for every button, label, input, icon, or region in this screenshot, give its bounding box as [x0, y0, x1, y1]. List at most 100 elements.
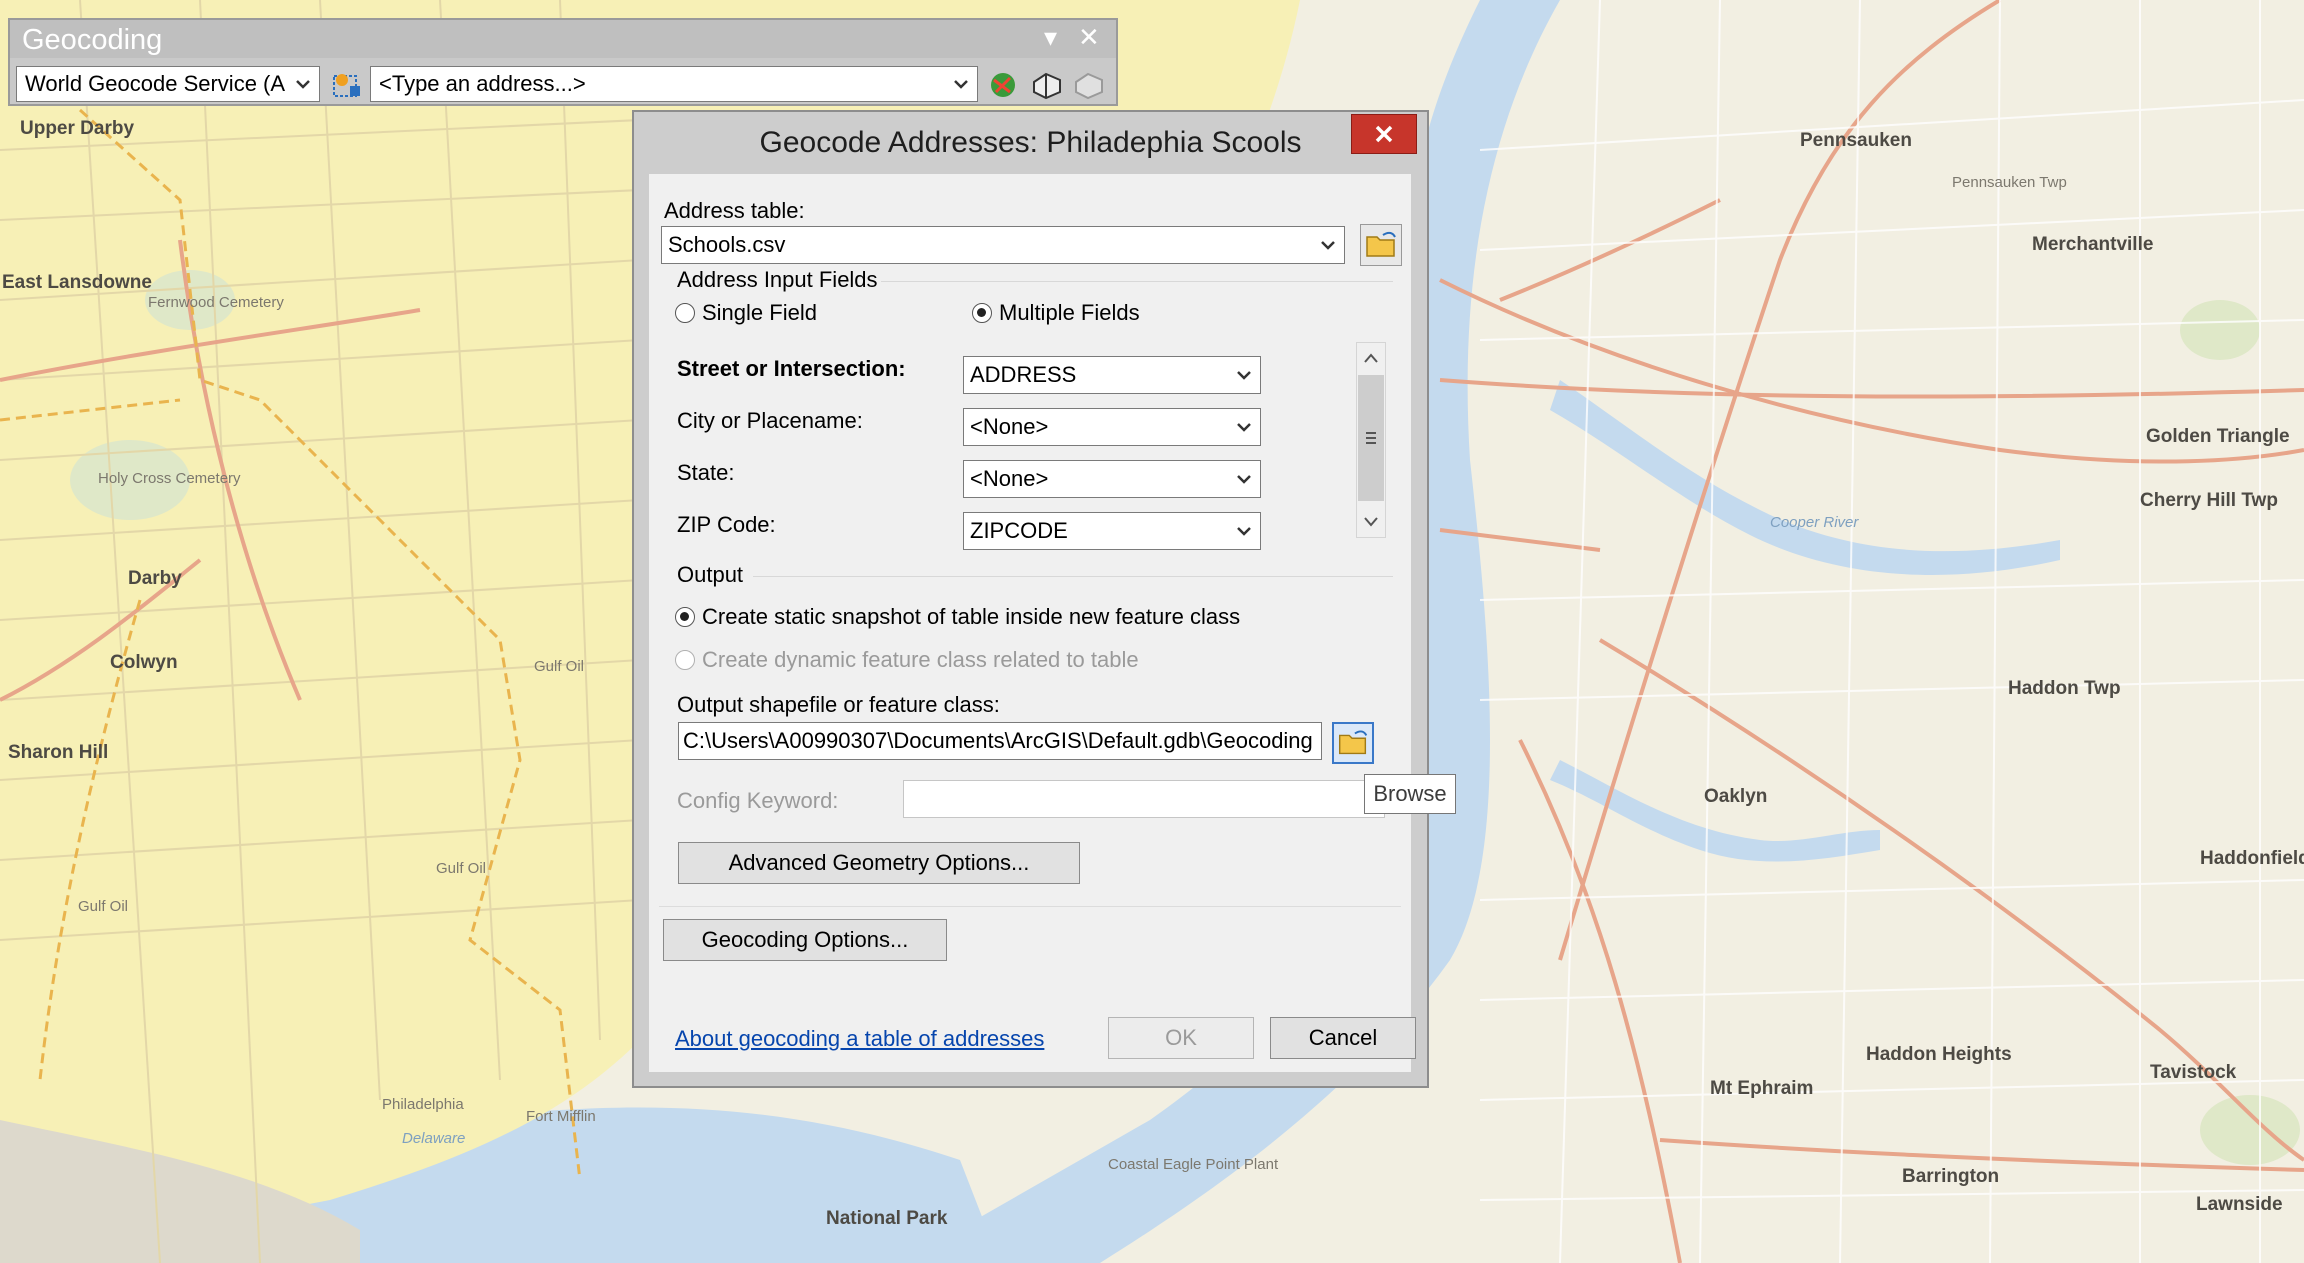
geocode-service-select[interactable]: World Geocode Service (A — [16, 66, 320, 102]
address-placeholder: <Type an address...> — [379, 71, 586, 96]
map-place-label: Tavistock — [2150, 1062, 2237, 1083]
toolbar-titlebar[interactable]: Geocoding ▾ ✕ — [10, 20, 1116, 58]
static-snapshot-label[interactable]: Create static snapshot of table inside n… — [702, 604, 1240, 630]
dynamic-feature-radio — [675, 650, 695, 670]
map-place-label: Holy Cross Cemetery — [98, 470, 241, 487]
about-geocoding-link[interactable]: About geocoding a table of addresses — [675, 1026, 1044, 1052]
browse-output-button[interactable] — [1332, 722, 1374, 764]
folder-open-icon — [1338, 730, 1368, 755]
map-place-label: Golden Triangle — [2146, 426, 2290, 447]
scroll-down-icon[interactable] — [1357, 507, 1385, 537]
multiple-fields-radio[interactable] — [972, 303, 992, 323]
map-place-label: Barrington — [1902, 1166, 2000, 1187]
dialog-body: Address table: Schools.csv Address Input… — [649, 174, 1416, 1072]
address-search-input[interactable]: <Type an address...> — [370, 66, 978, 102]
map-place-label: Cooper River — [1770, 514, 1859, 531]
map-place-label: Fort Mifflin — [526, 1108, 596, 1125]
map-place-label: Haddon Twp — [2008, 678, 2121, 699]
map-place-label: Philadelphia — [382, 1096, 464, 1113]
dialog-titlebar[interactable]: Geocode Addresses: Philadephia Scools — [634, 112, 1427, 172]
scroll-up-icon[interactable] — [1357, 343, 1385, 373]
address-table-label: Address table: — [664, 198, 805, 223]
map-place-label: Delaware — [402, 1130, 466, 1147]
map-place-label: Colwyn — [110, 652, 178, 673]
scroll-thumb[interactable] — [1358, 375, 1384, 501]
close-icon — [1375, 125, 1393, 143]
field-value-select[interactable]: <None> — [963, 408, 1261, 446]
dynamic-feature-label: Create dynamic feature class related to … — [702, 647, 1139, 672]
grip-icon — [1366, 432, 1376, 444]
map-place-label: Cherry Hill Twp — [2140, 490, 2278, 511]
map-place-label: Haddonfield — [2200, 848, 2304, 869]
map-place-label: Gulf Oil — [78, 898, 129, 915]
single-field-label[interactable]: Single Field — [702, 300, 817, 326]
chevron-down-icon — [954, 80, 968, 89]
fields-scrollbar[interactable] — [1356, 342, 1386, 538]
multiple-fields-label[interactable]: Multiple Fields — [999, 300, 1140, 326]
chevron-down-icon — [1237, 423, 1251, 432]
map-place-label: Mt Ephraim — [1710, 1078, 1814, 1099]
address-input-fields-label: Address Input Fields — [677, 267, 878, 292]
map-place-label: Gulf Oil — [534, 658, 585, 675]
map-place-label: East Lansdowne — [2, 272, 152, 293]
field-value: <None> — [970, 466, 1049, 491]
chevron-down-icon — [1237, 371, 1251, 380]
geocoding-toolbar: Geocoding ▾ ✕ World Geocode Service (A <… — [8, 18, 1118, 106]
chevron-down-icon — [1321, 241, 1335, 250]
chevron-down-icon — [1237, 527, 1251, 536]
dialog-title: Geocode Addresses: Philadephia Scools — [759, 126, 1302, 159]
cancel-button[interactable]: Cancel — [1270, 1017, 1416, 1059]
geocode-addresses-dialog: Geocode Addresses: Philadephia Scools Ad… — [632, 110, 1429, 1088]
review-icon[interactable] — [1072, 68, 1106, 102]
chevron-down-icon — [296, 80, 310, 89]
field-label: City or Placename: — [677, 408, 863, 433]
toolbar-title: Geocoding — [22, 24, 163, 56]
field-label: ZIP Code: — [677, 512, 776, 537]
field-value: ZIPCODE — [970, 518, 1068, 543]
map-place-label: Merchantville — [2032, 234, 2154, 255]
mailbox-icon[interactable] — [1030, 68, 1064, 102]
map-place-label: Gulf Oil — [436, 860, 487, 877]
geocode-service-value: World Geocode Service (A — [25, 71, 286, 96]
toolbar-close-icon[interactable]: ✕ — [1078, 22, 1100, 53]
output-label: Output — [677, 562, 744, 587]
open-table-button[interactable] — [1360, 224, 1402, 266]
map-place-label: Pennsauken Twp — [1952, 174, 2067, 191]
ok-button: OK — [1108, 1017, 1254, 1059]
config-keyword-input — [903, 780, 1385, 818]
chevron-down-icon — [1237, 475, 1251, 484]
map-place-label: Sharon Hill — [8, 742, 109, 763]
close-button[interactable] — [1351, 114, 1417, 154]
field-value: <None> — [970, 414, 1049, 439]
field-value-select[interactable]: ZIPCODE — [963, 512, 1261, 550]
field-value: ADDRESS — [970, 362, 1077, 387]
field-label: State: — [677, 460, 735, 485]
output-class-value: C:\Users\A00990307\Documents\ArcGIS\Defa… — [683, 728, 1313, 753]
browse-tooltip: Browse — [1364, 774, 1456, 814]
field-value-select[interactable]: <None> — [963, 460, 1261, 498]
map-place-label: Fernwood Cemetery — [148, 294, 284, 311]
map-place-label: Lawnside — [2196, 1194, 2283, 1215]
map-place-label: Oaklyn — [1704, 786, 1768, 807]
map-place-label: Upper Darby — [20, 118, 135, 139]
geocoding-options-button[interactable]: Geocoding Options... — [663, 919, 947, 961]
config-keyword-label: Config Keyword: — [677, 788, 839, 813]
map-place-label: National Park — [826, 1208, 948, 1229]
geocode-addresses-icon[interactable] — [986, 68, 1020, 102]
folder-open-icon — [1366, 231, 1396, 257]
map-place-label: Coastal Eagle Point Plant — [1108, 1156, 1279, 1173]
single-field-radio[interactable] — [675, 303, 695, 323]
address-table-value: Schools.csv — [668, 232, 786, 257]
address-table-select[interactable]: Schools.csv — [661, 226, 1345, 264]
output-class-input[interactable]: C:\Users\A00990307\Documents\ArcGIS\Defa… — [678, 722, 1322, 760]
field-value-select[interactable]: ADDRESS — [963, 356, 1261, 394]
map-place-label: Pennsauken — [1800, 130, 1912, 151]
toolbar-menu-icon[interactable]: ▾ — [1044, 22, 1057, 53]
review-rematch-icon[interactable] — [330, 68, 364, 102]
map-place-label: Haddon Heights — [1866, 1044, 2012, 1065]
output-class-label: Output shapefile or feature class: — [677, 692, 1000, 717]
map-place-label: Darby — [128, 568, 182, 589]
field-label: Street or Intersection: — [677, 356, 906, 381]
advanced-geometry-button[interactable]: Advanced Geometry Options... — [678, 842, 1080, 884]
static-snapshot-radio[interactable] — [675, 607, 695, 627]
